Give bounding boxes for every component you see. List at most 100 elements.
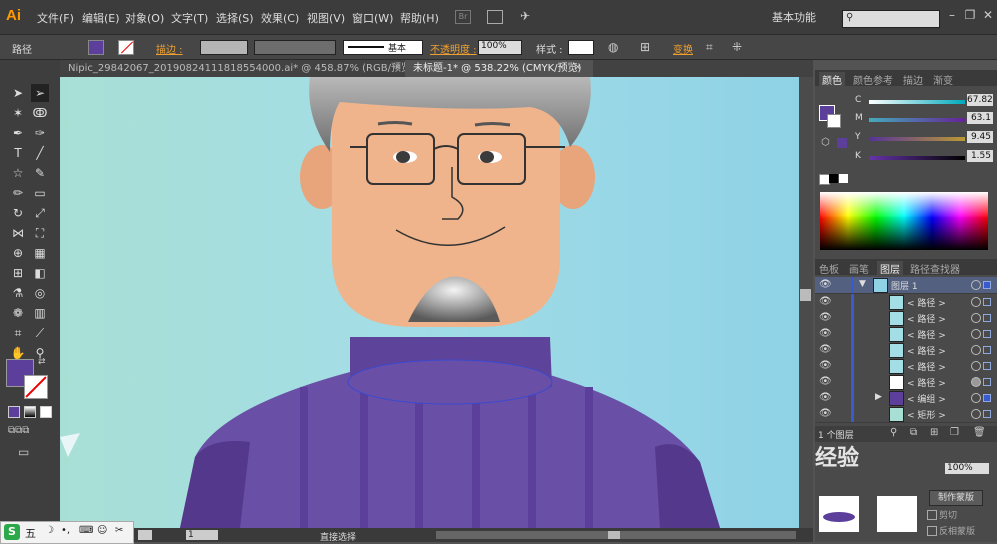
recolor-icon[interactable]: ◍ bbox=[608, 40, 618, 54]
layer-row[interactable]: 👁 < 路径 > bbox=[815, 374, 997, 391]
selection-indicator[interactable] bbox=[983, 410, 991, 418]
expand-triangle-icon[interactable]: ▼ bbox=[859, 279, 866, 289]
workspace-switcher[interactable]: 基本功能 bbox=[772, 9, 816, 25]
eye-icon[interactable]: 👁 bbox=[819, 392, 832, 403]
draw-mode-icon[interactable]: ⧉⧉⧉ bbox=[8, 425, 29, 436]
menu-file[interactable]: 文件(F) bbox=[37, 10, 74, 26]
eye-icon[interactable]: 👁 bbox=[819, 344, 832, 355]
layer-name[interactable]: < 路径 > bbox=[907, 376, 946, 389]
search-input[interactable]: ⚲ bbox=[842, 10, 940, 28]
target-icon[interactable] bbox=[971, 297, 981, 307]
tab-gradient[interactable]: 渐变 bbox=[933, 72, 953, 87]
target-icon[interactable] bbox=[971, 377, 981, 387]
ime-logo-icon[interactable]: S bbox=[4, 524, 20, 540]
lasso-icon[interactable]: ↂ bbox=[31, 104, 49, 122]
clip-checkbox[interactable] bbox=[927, 510, 937, 520]
layer-name[interactable]: < 路径 > bbox=[907, 328, 946, 341]
channel-value[interactable]: 1.55 bbox=[967, 150, 993, 162]
tab-layers[interactable]: 图层 bbox=[877, 261, 903, 276]
eye-icon[interactable]: 👁 bbox=[819, 408, 832, 419]
slider-y[interactable]: Y 9.45 bbox=[855, 131, 995, 147]
restore-icon[interactable]: ❐ bbox=[962, 7, 978, 23]
direct-selection-tool-icon[interactable]: ➢ bbox=[31, 84, 49, 102]
selection-indicator[interactable] bbox=[983, 281, 991, 289]
layer-name[interactable]: < 路径 > bbox=[907, 296, 946, 309]
channel-value[interactable]: 63.1 bbox=[967, 112, 993, 124]
slice-tool-icon[interactable]: ⟋ bbox=[31, 324, 49, 342]
layer-name[interactable]: < 路径 > bbox=[907, 360, 946, 373]
eye-icon[interactable]: 👁 bbox=[819, 360, 832, 371]
eyedropper-icon[interactable]: ⚗ bbox=[9, 284, 27, 302]
clipping-mask-icon[interactable]: ⧉ bbox=[910, 427, 917, 438]
stroke-swatch[interactable] bbox=[118, 40, 134, 55]
selection-tool-icon[interactable]: ➤ bbox=[9, 84, 27, 102]
star-tool-icon[interactable]: ☆ bbox=[9, 164, 27, 182]
layer-row[interactable]: 👁 < 路径 > bbox=[815, 358, 997, 375]
tab-pathfinder[interactable]: 路径查找器 bbox=[910, 261, 960, 276]
target-icon[interactable] bbox=[971, 361, 981, 371]
more-options-icon[interactable]: ⁜ bbox=[732, 40, 742, 54]
opacity-link[interactable]: 不透明度 : bbox=[430, 41, 477, 56]
tab-brushes[interactable]: 画笔 bbox=[849, 261, 869, 276]
layer-row[interactable]: 👁 < 路径 > bbox=[815, 294, 997, 311]
close-tab-icon[interactable]: ✕ bbox=[394, 63, 402, 73]
gradient-mode-icon[interactable] bbox=[24, 406, 36, 418]
make-mask-button[interactable]: 制作蒙版 bbox=[929, 490, 983, 506]
moon-icon[interactable]: ☽ bbox=[45, 525, 54, 536]
tab-stroke[interactable]: 描边 bbox=[903, 72, 923, 87]
layer-row[interactable]: 👁 ▶ < 编组 > bbox=[815, 390, 997, 407]
horizontal-scrollbar[interactable] bbox=[436, 531, 796, 539]
target-icon[interactable] bbox=[971, 393, 981, 403]
mesh-tool-icon[interactable]: ⊞ bbox=[9, 264, 27, 282]
blend-tool-icon[interactable]: ◎ bbox=[31, 284, 49, 302]
stroke-link[interactable]: 描边 : bbox=[156, 41, 183, 56]
free-transform-icon[interactable]: ⛶ bbox=[31, 224, 49, 242]
white-swatch[interactable] bbox=[839, 174, 848, 183]
slider-track[interactable] bbox=[869, 100, 965, 104]
eye-icon[interactable]: 👁 bbox=[819, 296, 832, 307]
isolate-icon[interactable]: ⌗ bbox=[706, 40, 713, 55]
slider-track[interactable] bbox=[869, 137, 965, 141]
artboard-number[interactable]: 1 bbox=[186, 530, 218, 540]
color-mode-icon[interactable] bbox=[8, 406, 20, 418]
bridge-icon[interactable]: Br bbox=[455, 10, 471, 24]
eye-icon[interactable]: 👁 bbox=[819, 312, 832, 323]
layer-row[interactable]: 👁 ▼ 图层 1 bbox=[815, 277, 997, 294]
menu-view[interactable]: 视图(V) bbox=[307, 10, 345, 26]
eye-icon[interactable]: 👁 bbox=[819, 328, 832, 339]
layer-row[interactable]: 👁 < 路径 > bbox=[815, 326, 997, 343]
tab-color[interactable]: 颜色 bbox=[819, 72, 845, 87]
close-icon[interactable]: ✕ bbox=[980, 7, 996, 23]
selection-indicator[interactable] bbox=[983, 346, 991, 354]
keyboard-icon[interactable]: ⌨ bbox=[79, 525, 93, 536]
black-swatch[interactable] bbox=[829, 174, 838, 183]
layer-name[interactable]: < 路径 > bbox=[907, 312, 946, 325]
layer-row[interactable]: 👁 < 路径 > bbox=[815, 310, 997, 327]
menu-help[interactable]: 帮助(H) bbox=[400, 10, 439, 26]
shape-builder-icon[interactable]: ⊕ bbox=[9, 244, 27, 262]
invert-mask-checkbox[interactable] bbox=[927, 526, 937, 536]
target-icon[interactable] bbox=[971, 280, 981, 290]
opacity-input[interactable]: 100% bbox=[478, 40, 522, 55]
magic-wand-icon[interactable]: ✶ bbox=[9, 104, 27, 122]
brush-tool-icon[interactable]: ✎ bbox=[31, 164, 49, 182]
eye-icon[interactable]: 👁 bbox=[819, 376, 832, 387]
graph-tool-icon[interactable]: ▥ bbox=[31, 304, 49, 322]
layer-row[interactable]: 👁 < 矩形 > bbox=[815, 406, 997, 423]
symbol-sprayer-icon[interactable]: ❁ bbox=[9, 304, 27, 322]
user-icon[interactable]: ☺ bbox=[97, 525, 107, 536]
layer-name[interactable]: < 矩形 > bbox=[907, 408, 946, 421]
channel-value[interactable]: 9.45 bbox=[967, 131, 993, 143]
fill-swatch[interactable] bbox=[88, 40, 104, 55]
menu-window[interactable]: 窗口(W) bbox=[352, 10, 393, 26]
gradient-tool-icon[interactable]: ◧ bbox=[31, 264, 49, 282]
minimize-icon[interactable]: – bbox=[944, 7, 960, 23]
selection-indicator[interactable] bbox=[983, 394, 991, 402]
menu-effect[interactable]: 效果(C) bbox=[261, 10, 299, 26]
target-icon[interactable] bbox=[971, 409, 981, 419]
gpu-icon[interactable]: ✈ bbox=[520, 9, 530, 23]
transform-link[interactable]: 变换 bbox=[673, 41, 693, 56]
tab-swatches[interactable]: 色板 bbox=[819, 261, 839, 276]
align-icon[interactable]: ⊞ bbox=[640, 40, 650, 54]
last-color-swatch[interactable] bbox=[837, 138, 847, 148]
